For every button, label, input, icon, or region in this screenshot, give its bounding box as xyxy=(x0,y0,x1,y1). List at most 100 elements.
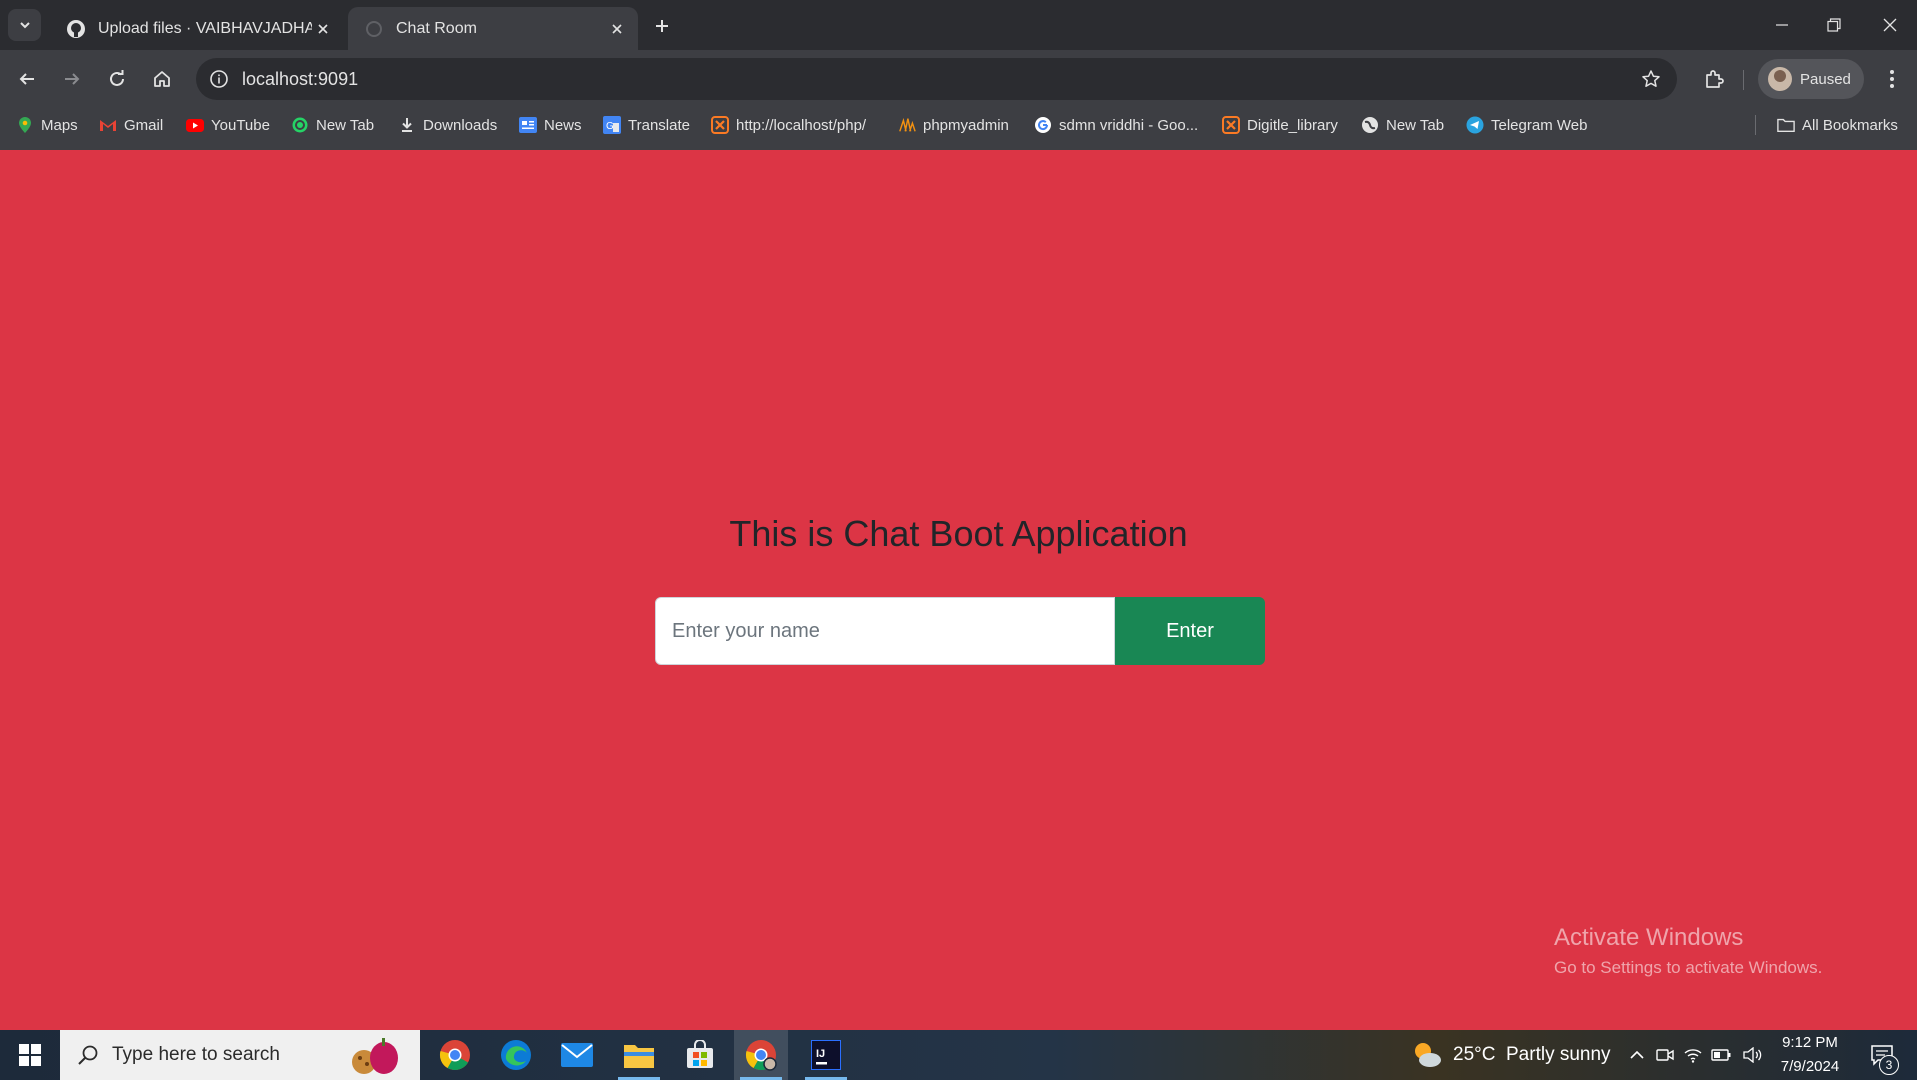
xampp-icon xyxy=(711,116,729,134)
store-icon xyxy=(687,1040,713,1068)
extensions-button[interactable] xyxy=(1697,62,1731,96)
bookmark-label: Gmail xyxy=(124,116,164,134)
url-text[interactable]: localhost:9091 xyxy=(242,69,358,90)
profile-status: Paused xyxy=(1800,70,1851,88)
intellij-icon: IJ xyxy=(811,1040,841,1070)
whatsapp-icon xyxy=(291,116,309,134)
new-tab-button[interactable] xyxy=(648,12,676,40)
taskbar-file-explorer[interactable] xyxy=(612,1030,666,1080)
bookmark-maps[interactable]: Maps xyxy=(16,107,78,143)
name-input[interactable] xyxy=(655,597,1115,665)
show-hidden-icons-button[interactable] xyxy=(1624,1030,1650,1080)
tray-network[interactable] xyxy=(1680,1030,1706,1080)
svg-text:IJ: IJ xyxy=(816,1048,825,1060)
bookmark-label: http://localhost/php/ xyxy=(736,116,867,134)
search-icon xyxy=(74,1041,102,1069)
wifi-icon xyxy=(1684,1049,1702,1063)
back-button[interactable] xyxy=(10,62,44,96)
bookmark-downloads[interactable]: Downloads xyxy=(398,107,497,143)
bookmark-label: New Tab xyxy=(316,116,375,134)
bookmark-phpmyadmin[interactable]: phpmyadmin xyxy=(898,107,1009,143)
bookmark-label: Maps xyxy=(41,116,78,134)
folder-icon xyxy=(1777,116,1795,134)
tab-title: Chat Room xyxy=(396,19,477,37)
bookmark-sdmn-vriddhi[interactable]: sdmn vriddhi - Goo... xyxy=(1034,107,1198,143)
bookmark-label: Downloads xyxy=(423,116,498,134)
taskbar-edge[interactable] xyxy=(489,1030,543,1080)
home-icon xyxy=(154,71,170,87)
restore-icon xyxy=(1827,18,1841,32)
taskbar-store[interactable] xyxy=(673,1030,727,1080)
taskbar-intellij[interactable]: IJ xyxy=(799,1030,853,1080)
maps-icon xyxy=(16,116,34,134)
arrow-left-icon xyxy=(19,73,34,85)
bookmark-gmail[interactable]: Gmail xyxy=(99,107,163,143)
tray-meet[interactable] xyxy=(1652,1030,1678,1080)
plus-icon xyxy=(656,20,668,32)
taskbar-mail[interactable] xyxy=(550,1030,604,1080)
download-icon xyxy=(398,116,416,134)
loading-globe-icon xyxy=(364,19,384,39)
tab-search-button[interactable] xyxy=(8,9,41,41)
home-button[interactable] xyxy=(145,62,179,96)
bookmark-label: New Tab xyxy=(1386,116,1445,134)
bookmark-new-tab[interactable]: New Tab xyxy=(1361,107,1444,143)
chevron-up-icon xyxy=(1630,1050,1644,1059)
tab-upload-files[interactable]: Upload files · VAIBHAVJADHAV1 xyxy=(50,7,344,50)
bookmark-label: All Bookmarks xyxy=(1802,116,1898,134)
address-bar[interactable]: localhost:9091 xyxy=(196,58,1677,100)
phpmyadmin-icon xyxy=(898,116,916,134)
browser-menu-button[interactable] xyxy=(1877,62,1907,96)
minimize-button[interactable] xyxy=(1754,0,1810,50)
chevron-down-icon xyxy=(19,22,30,29)
profile-button[interactable]: Paused xyxy=(1758,59,1864,99)
gmail-icon xyxy=(99,116,117,134)
windows-logo-icon xyxy=(19,1044,41,1066)
taskbar-chrome-profile[interactable] xyxy=(734,1030,788,1080)
all-bookmarks-button[interactable]: All Bookmarks xyxy=(1777,107,1898,143)
bookmark-new-tab-whatsapp[interactable]: New Tab xyxy=(291,107,374,143)
taskbar-search-box[interactable]: Type here to search xyxy=(60,1030,420,1080)
globe-icon xyxy=(1361,116,1379,134)
xampp-icon xyxy=(1222,116,1240,134)
google-icon xyxy=(1034,116,1052,134)
close-icon[interactable] xyxy=(606,18,628,40)
watermark-subtitle: Go to Settings to activate Windows. xyxy=(1554,958,1823,977)
toolbar-divider xyxy=(1743,70,1744,90)
restore-button[interactable] xyxy=(1806,0,1862,50)
partly-sunny-icon xyxy=(1415,1043,1441,1067)
bookmark-telegram[interactable]: Telegram Web xyxy=(1466,107,1587,143)
site-info-icon[interactable] xyxy=(206,66,232,92)
windows-taskbar: Type here to search IJ 25°C Partly sunny xyxy=(0,1030,1917,1080)
close-icon[interactable] xyxy=(312,18,334,40)
close-icon xyxy=(1883,18,1897,32)
news-icon xyxy=(519,116,537,134)
taskbar-clock[interactable]: 9:12 PM 7/9/2024 xyxy=(1772,1030,1848,1080)
telegram-icon xyxy=(1466,116,1484,134)
bookmark-translate[interactable]: G Translate xyxy=(603,107,690,143)
taskbar-chrome[interactable] xyxy=(428,1030,482,1080)
forward-button[interactable] xyxy=(55,62,89,96)
notification-center-button[interactable]: 3 xyxy=(1862,1030,1902,1080)
notification-count-badge: 3 xyxy=(1879,1055,1899,1075)
reload-button[interactable] xyxy=(100,62,134,96)
bookmark-digitle-library[interactable]: Digitle_library xyxy=(1222,107,1338,143)
weather-widget[interactable]: 25°C Partly sunny xyxy=(1411,1030,1611,1080)
start-button[interactable] xyxy=(0,1030,60,1080)
bookmark-star-icon[interactable] xyxy=(1639,67,1663,91)
search-highlight-icon xyxy=(352,1038,398,1074)
tray-volume[interactable] xyxy=(1740,1030,1766,1080)
tab-chat-room[interactable]: Chat Room xyxy=(348,7,638,50)
enter-button[interactable]: Enter xyxy=(1115,597,1265,665)
bookmark-youtube[interactable]: YouTube xyxy=(186,107,270,143)
browser-toolbar: localhost:9091 Paused xyxy=(0,50,1917,107)
minimize-icon xyxy=(1776,24,1788,26)
svg-text:G: G xyxy=(606,121,614,132)
chat-app-page: This is Chat Boot Application Enter Acti… xyxy=(0,150,1917,1030)
tray-battery[interactable] xyxy=(1708,1030,1734,1080)
bookmark-news[interactable]: News xyxy=(519,107,582,143)
chrome-profile-icon xyxy=(745,1040,777,1071)
bookmark-localhost-php[interactable]: http://localhost/php/ xyxy=(711,107,866,143)
bookmark-label: Digitle_library xyxy=(1247,116,1338,134)
close-window-button[interactable] xyxy=(1862,0,1917,50)
